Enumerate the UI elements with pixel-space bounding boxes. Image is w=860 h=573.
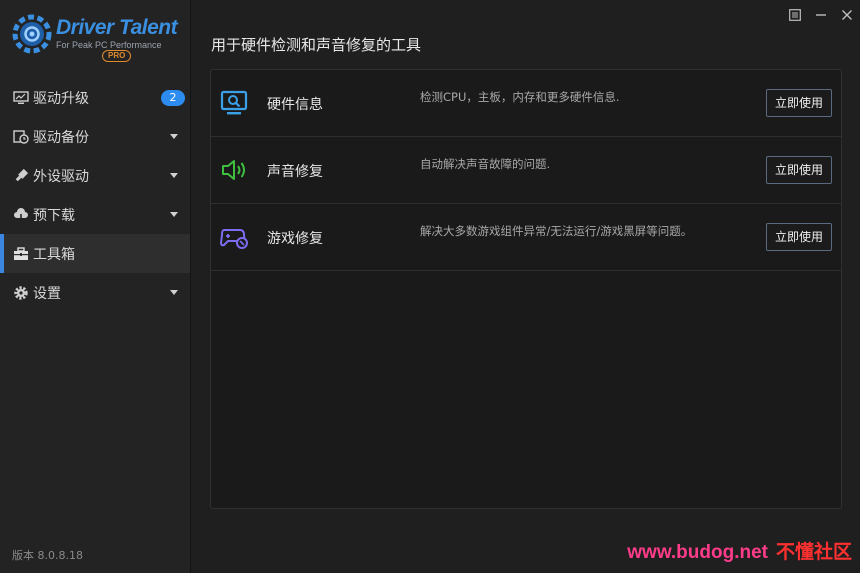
close-icon[interactable] bbox=[834, 0, 860, 30]
driver-talent-gear-icon bbox=[12, 14, 52, 54]
tool-list: 硬件信息 检测CPU，主板，内存和更多硬件信息. 立即使用 声音修复 自动解决声… bbox=[210, 69, 842, 509]
sidebar-item-label: 驱动备份 bbox=[33, 129, 89, 146]
sidebar: Driver Talent For Peak PC Performance PR… bbox=[0, 0, 191, 573]
sidebar-item-settings[interactable]: 设置 bbox=[0, 273, 190, 312]
tool-row-sound-repair: 声音修复 自动解决声音故障的问题. 立即使用 bbox=[211, 137, 841, 204]
update-count-badge: 2 bbox=[161, 90, 185, 106]
sidebar-item-driver-update[interactable]: 驱动升级 2 bbox=[0, 78, 190, 117]
use-now-button[interactable]: 立即使用 bbox=[766, 89, 832, 117]
menu-icon[interactable] bbox=[782, 0, 808, 30]
app-logo: Driver Talent For Peak PC Performance PR… bbox=[12, 12, 182, 66]
watermark: www.budog.net 不懂社区 bbox=[627, 537, 852, 564]
sidebar-item-label: 预下载 bbox=[33, 207, 75, 224]
gear-icon bbox=[13, 285, 29, 301]
cloud-download-icon bbox=[13, 207, 29, 223]
sidebar-item-toolbox[interactable]: 工具箱 bbox=[0, 234, 190, 273]
tool-name: 游戏修复 bbox=[267, 231, 323, 247]
window-controls bbox=[782, 0, 860, 30]
use-now-button[interactable]: 立即使用 bbox=[766, 223, 832, 251]
use-now-button[interactable]: 立即使用 bbox=[766, 156, 832, 184]
sidebar-item-label: 驱动升级 bbox=[33, 90, 89, 107]
tool-name: 声音修复 bbox=[267, 164, 323, 180]
watermark-name: 不懂社区 bbox=[775, 542, 852, 563]
sidebar-item-predownload[interactable]: 预下载 bbox=[0, 195, 190, 234]
hardware-monitor-icon bbox=[219, 88, 249, 118]
watermark-site: www.budog.net bbox=[627, 542, 768, 563]
logo-text: Driver Talent bbox=[56, 16, 178, 39]
pro-badge: PRO bbox=[102, 50, 132, 62]
logo-tagline: For Peak PC Performance bbox=[56, 40, 162, 50]
sidebar-item-label: 设置 bbox=[33, 285, 61, 302]
tool-description: 检测CPU，主板，内存和更多硬件信息. bbox=[420, 90, 620, 104]
speaker-icon bbox=[219, 155, 249, 185]
usb-plug-icon bbox=[13, 168, 29, 184]
sidebar-item-driver-backup[interactable]: 驱动备份 bbox=[0, 117, 190, 156]
tool-description: 自动解决声音故障的问题. bbox=[420, 157, 551, 171]
clock-backup-icon bbox=[13, 129, 29, 145]
toolbox-icon bbox=[13, 246, 29, 262]
sidebar-item-label: 工具箱 bbox=[33, 246, 75, 263]
page-title: 用于硬件检测和声音修复的工具 bbox=[211, 36, 422, 54]
chevron-down-icon bbox=[170, 173, 178, 178]
gamepad-icon bbox=[219, 222, 249, 252]
sidebar-item-peripheral-drivers[interactable]: 外设驱动 bbox=[0, 156, 190, 195]
chevron-down-icon bbox=[170, 212, 178, 217]
tool-description: 解决大多数游戏组件异常/无法运行/游戏黑屏等问题。 bbox=[420, 224, 693, 238]
tool-row-game-repair: 游戏修复 解决大多数游戏组件异常/无法运行/游戏黑屏等问题。 立即使用 bbox=[211, 204, 841, 271]
version-label: 版本 8.0.8.18 bbox=[12, 549, 83, 562]
minimize-icon[interactable] bbox=[808, 0, 834, 30]
tool-name: 硬件信息 bbox=[267, 97, 323, 113]
tool-row-hardware-info: 硬件信息 检测CPU，主板，内存和更多硬件信息. 立即使用 bbox=[211, 70, 841, 137]
monitor-icon bbox=[13, 90, 29, 106]
sidebar-item-label: 外设驱动 bbox=[33, 168, 89, 185]
sidebar-nav: 驱动升级 2 驱动备份 外设驱动 预下载 工具箱 设置 bbox=[0, 78, 190, 312]
chevron-down-icon bbox=[170, 290, 178, 295]
chevron-down-icon bbox=[170, 134, 178, 139]
